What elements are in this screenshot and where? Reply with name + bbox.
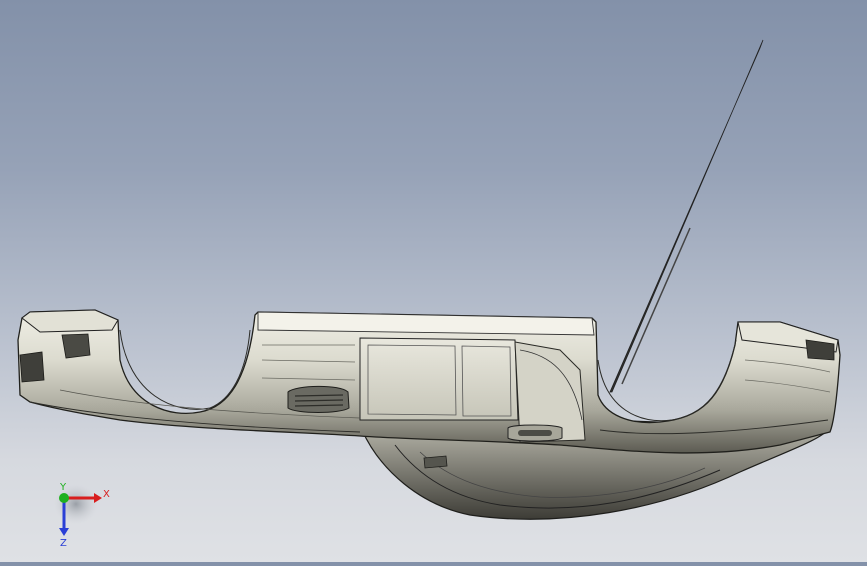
x-axis-label: X (103, 489, 110, 500)
antenna-edge-2 (621, 227, 691, 385)
glovebox-panel (359, 337, 519, 421)
dashboard-panel-model[interactable] (17, 39, 841, 520)
left-side-vent (19, 351, 45, 383)
right-side-vent (805, 339, 835, 361)
y-axis-label: Y (59, 482, 67, 493)
coordinate-triad: X Y Z (40, 478, 120, 549)
z-axis-label: Z (60, 538, 67, 548)
graphics-viewport[interactable] (0, 0, 867, 562)
y-axis-dot (59, 493, 69, 503)
left-end-cap (21, 309, 119, 333)
handle-recess (518, 430, 552, 436)
lower-switch (423, 455, 448, 469)
left-speaker-recess (61, 333, 91, 359)
